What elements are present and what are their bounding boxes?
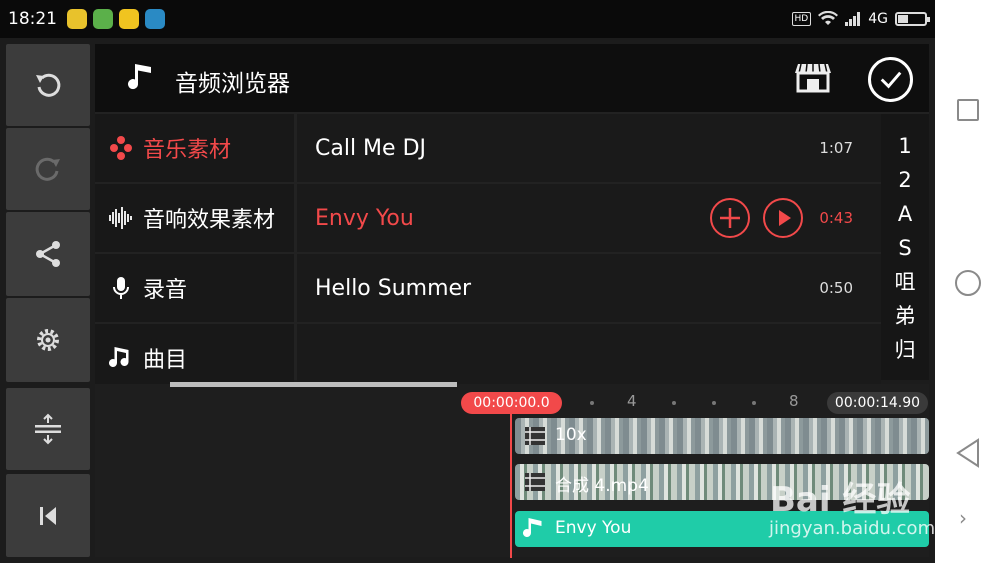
confirm-button[interactable] — [868, 57, 913, 102]
left-toolbar — [6, 44, 90, 557]
category-label: 音响效果素材 — [143, 208, 276, 233]
expand-vertical-icon — [35, 413, 61, 445]
track-name: Hello Summer — [315, 275, 472, 301]
current-time-badge: 00:00:00.0 — [461, 392, 562, 414]
category-music[interactable]: 音乐素材 — [95, 114, 294, 182]
screenshot-notification-icon — [145, 9, 165, 29]
track-height-button[interactable] — [6, 388, 90, 470]
list-scrollbar[interactable] — [170, 382, 457, 387]
ruler-tick: 4 — [627, 392, 637, 410]
skip-start-icon — [40, 506, 56, 525]
category-recording[interactable]: 录音 — [95, 254, 294, 322]
index-letter[interactable]: 2 — [881, 163, 929, 197]
category-label: 曲目 — [143, 348, 188, 373]
index-letter[interactable]: 1 — [881, 129, 929, 163]
microphone-icon — [113, 277, 129, 299]
total-time-badge: 00:00:14.90 — [827, 392, 928, 414]
list-item[interactable]: Envy You 0:43 — [297, 184, 881, 252]
playhead[interactable] — [510, 413, 512, 558]
ruler-dot — [672, 401, 676, 405]
app-notification-icon — [119, 9, 139, 29]
music-note-icon — [128, 64, 151, 90]
system-nav-bar: › — [935, 0, 1000, 563]
index-letter[interactable]: 弟 — [881, 299, 929, 333]
ruler-dot — [752, 401, 756, 405]
checkmark-icon — [880, 71, 902, 89]
hd-icon: HD — [791, 12, 812, 26]
clip-label: 10x — [555, 425, 587, 445]
index-letter[interactable]: S — [881, 231, 929, 265]
audio-browser-header: 音频浏览器 — [95, 44, 929, 112]
index-letter[interactable]: 咀 — [881, 265, 929, 299]
music-collection-icon — [110, 136, 132, 160]
alphabet-index[interactable]: 1 2 A S 咀 弟 归 — [881, 114, 929, 380]
skip-to-start-button[interactable] — [6, 474, 90, 557]
battery-icon — [895, 12, 930, 26]
undo-button[interactable] — [6, 44, 90, 126]
category-sound-effects[interactable]: 音响效果素材 — [95, 184, 294, 252]
network-type: 4G — [868, 11, 888, 27]
list-item[interactable]: Call Me DJ 1:07 — [297, 114, 881, 182]
share-button[interactable] — [6, 212, 90, 296]
app-root: 18:21 HD 4G › 音频浏览器 音乐素材 音响效果素材 录音 曲目 Ca… — [0, 0, 1000, 563]
home-button[interactable] — [955, 270, 981, 296]
music-note-icon — [109, 347, 129, 368]
track-duration: 0:43 — [819, 209, 853, 227]
index-letter[interactable]: A — [881, 197, 929, 231]
film-icon — [525, 473, 545, 491]
status-time: 18:21 — [8, 9, 57, 29]
status-bar: 18:21 HD 4G — [0, 0, 935, 38]
settings-button[interactable] — [6, 298, 90, 382]
track-duration: 0:50 — [819, 279, 853, 297]
play-preview-button[interactable] — [763, 198, 803, 238]
watermark-logo: Bai 经验 — [770, 480, 911, 520]
watermark-url: jingyan.baidu.com — [769, 518, 936, 539]
video-clip[interactable]: 10x — [515, 418, 929, 454]
ruler-dot — [712, 401, 716, 405]
clip-label: 合成 4.mp4 — [555, 476, 649, 496]
recents-button[interactable] — [957, 99, 979, 121]
store-icon[interactable] — [795, 61, 831, 93]
gear-icon — [37, 329, 59, 351]
back-button[interactable] — [954, 438, 982, 468]
signal-icon — [845, 12, 861, 26]
index-letter[interactable]: 归 — [881, 333, 929, 367]
share-icon — [36, 241, 60, 267]
category-list: 音乐素材 音响效果素材 录音 曲目 — [95, 114, 294, 392]
page-title: 音频浏览器 — [175, 71, 290, 97]
plus-icon — [720, 208, 740, 228]
track-name: Call Me DJ — [315, 135, 426, 161]
undo-icon — [36, 73, 61, 97]
redo-icon — [35, 157, 60, 181]
audio-browser-panel: 音频浏览器 音乐素材 音响效果素材 录音 曲目 Call Me DJ 1:07 … — [95, 44, 929, 392]
redo-button[interactable] — [6, 128, 90, 210]
category-label: 音乐素材 — [143, 138, 232, 163]
app-notification-icon — [93, 9, 113, 29]
chevron-right-icon[interactable]: › — [959, 506, 967, 530]
track-name: Envy You — [315, 205, 414, 231]
app-notification-icon — [67, 9, 87, 29]
track-duration: 1:07 — [819, 139, 853, 157]
wifi-icon — [818, 11, 839, 25]
film-icon — [525, 427, 545, 445]
category-label: 录音 — [143, 278, 188, 303]
add-track-button[interactable] — [710, 198, 750, 238]
music-note-icon — [523, 518, 542, 538]
track-list: Call Me DJ 1:07 Envy You 0:43 Hello Summ… — [297, 114, 881, 392]
ruler-dot — [590, 401, 594, 405]
waveform-icon — [109, 207, 132, 229]
list-item[interactable]: Hello Summer 0:50 — [297, 254, 881, 322]
play-icon — [779, 210, 791, 226]
ruler-tick: 8 — [789, 392, 799, 410]
clip-label: Envy You — [555, 518, 632, 538]
